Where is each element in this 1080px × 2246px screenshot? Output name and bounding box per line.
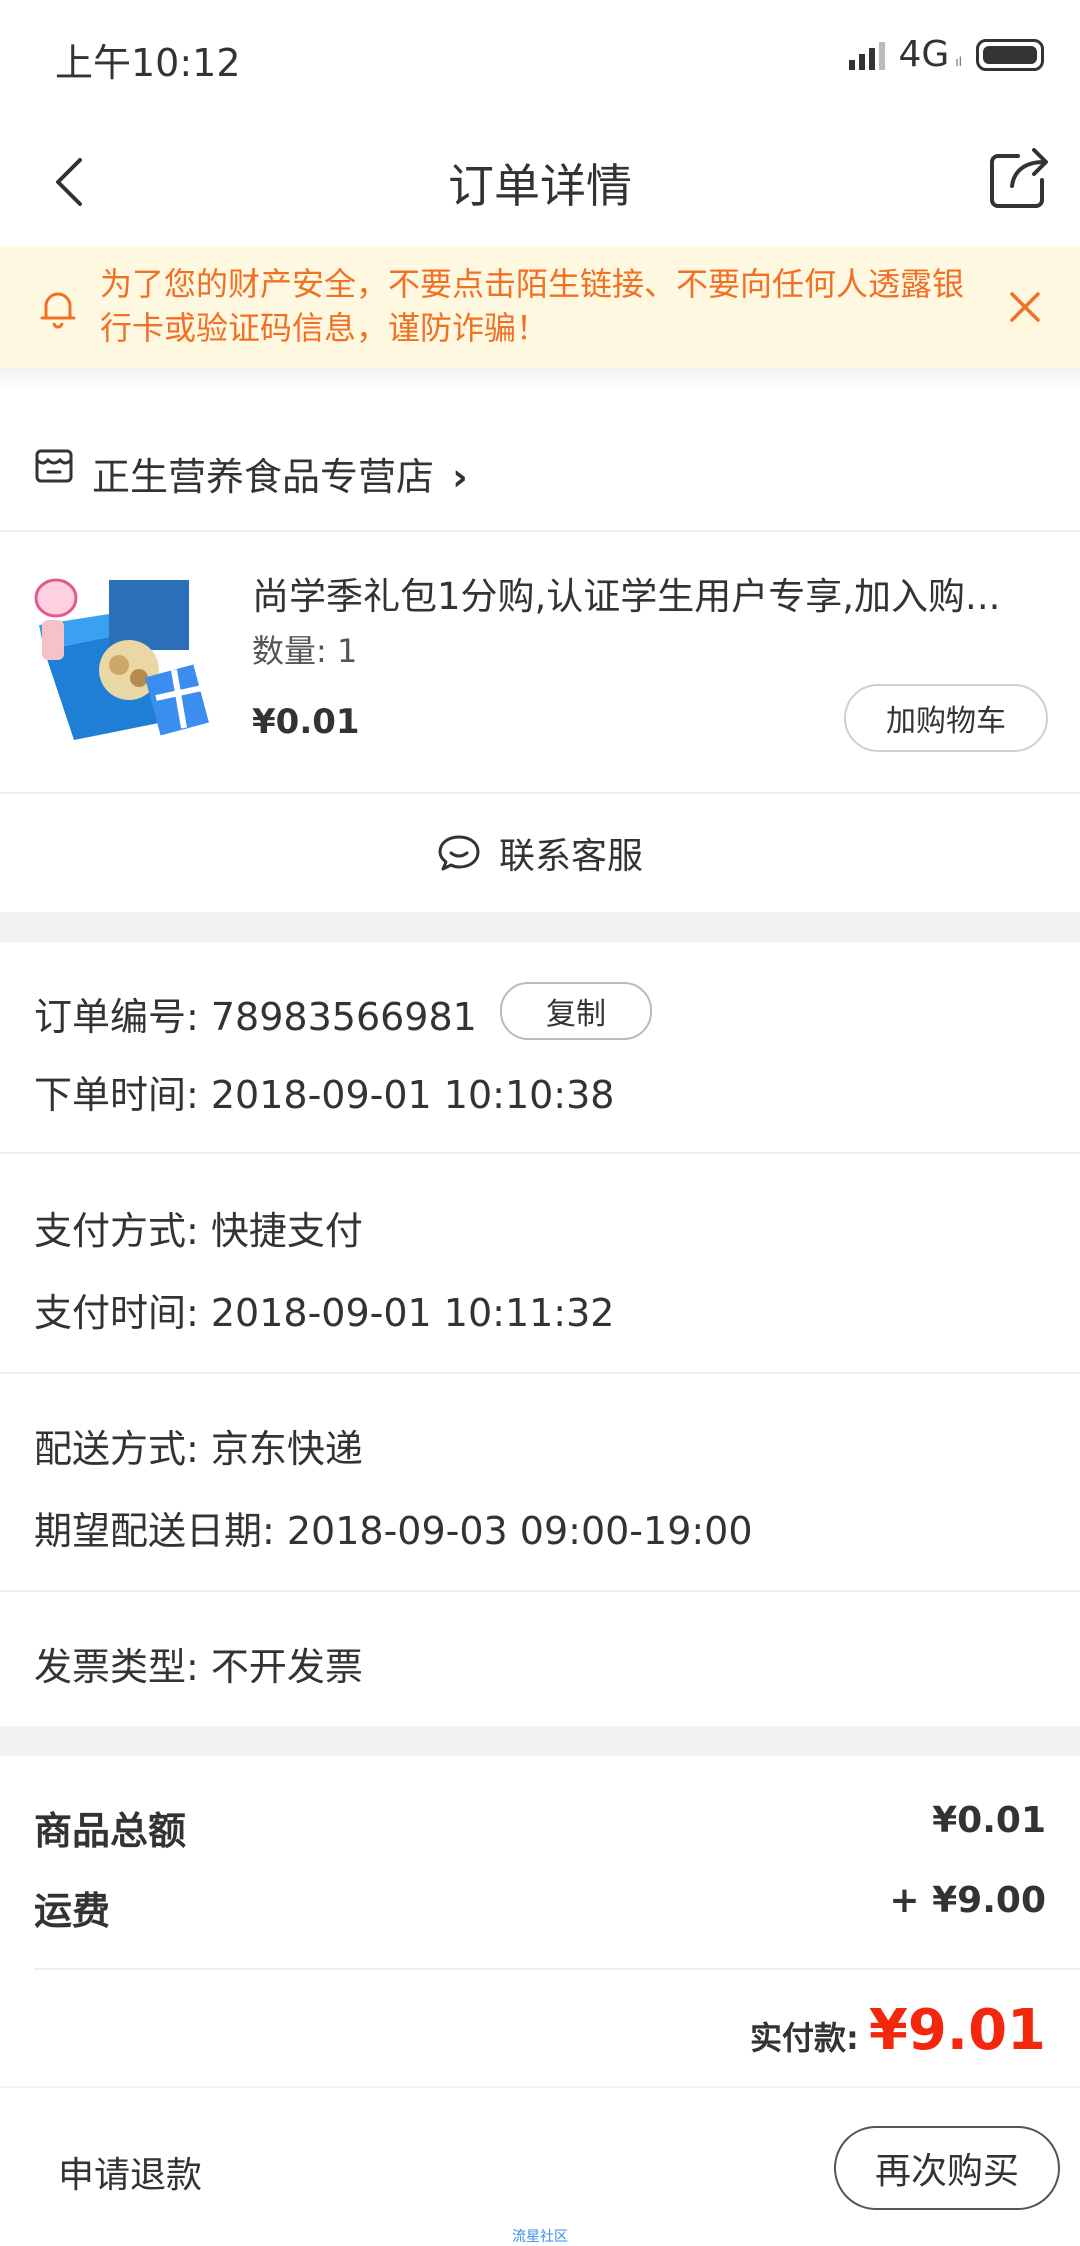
invoice-type: 发票类型: 不开发票 (34, 1645, 363, 1689)
store-icon (34, 446, 74, 486)
watermark: 流星社区 (512, 2229, 568, 2245)
contact-service-button[interactable]: 联系客服 (0, 794, 1080, 912)
status-time: 上午10:12 (55, 41, 241, 85)
warning-text: 为了您的财产安全，不要点击陌生链接、不要向任何人透露银行卡或验证码信息，谨防诈骗… (100, 265, 965, 347)
status-indicators: 4G ıl (848, 34, 1044, 75)
paid-amount-row: 实付款: ¥9.01 (750, 1998, 1046, 2063)
goods-total-value: ¥0.01 (932, 1800, 1046, 1841)
order-number: 订单编号: 78983566981 (34, 995, 477, 1039)
contact-service-label: 联系客服 (498, 836, 643, 877)
divider (0, 1372, 1080, 1374)
paid-amount-label: 实付款: (750, 2019, 859, 2057)
payment-method: 支付方式: 快捷支付 (34, 1209, 363, 1253)
section-separator (0, 912, 1080, 942)
signal-icon (848, 40, 885, 70)
share-icon (990, 148, 1048, 208)
share-button[interactable] (984, 142, 1054, 212)
delivery-method: 配送方式: 京东快递 (34, 1427, 363, 1471)
copy-button[interactable]: 复制 (500, 982, 652, 1040)
buy-again-button[interactable]: 再次购买 (834, 2126, 1060, 2210)
product-quantity: 数量: 1 (252, 632, 358, 670)
divider (0, 530, 1080, 532)
expected-delivery-date: 期望配送日期: 2018-09-03 09:00-19:00 (34, 1509, 753, 1553)
security-warning-banner: 为了您的财产安全，不要点击陌生链接、不要向任何人透露银行卡或验证码信息，谨防诈骗… (0, 246, 1080, 368)
chat-bubble-icon (438, 835, 480, 871)
divider (0, 1590, 1080, 1592)
payment-time: 支付时间: 2018-09-01 10:11:32 (34, 1291, 615, 1335)
store-row[interactable]: 正生营养食品专营店 › (0, 410, 1080, 530)
product-image[interactable] (34, 570, 220, 750)
goods-total-label: 商品总额 (34, 1809, 187, 1853)
refund-button[interactable]: 申请退款 (58, 2146, 202, 2198)
banner-shadow (0, 368, 1080, 390)
network-type: 4G (898, 34, 950, 75)
order-time: 下单时间: 2018-09-01 10:10:38 (34, 1073, 615, 1117)
divider (34, 1968, 1080, 1970)
shipping-fee-label: 运费 (34, 1889, 111, 1933)
network-activity: ıl (955, 54, 962, 69)
close-icon (1010, 292, 1040, 322)
store-name-label: 正生营养食品专营店 (92, 455, 435, 499)
chevron-right-icon: › (452, 455, 468, 499)
bell-icon (38, 286, 78, 330)
page-title: 订单详情 (448, 159, 632, 213)
add-to-cart-button[interactable]: 加购物车 (844, 684, 1048, 752)
shipping-fee-value: + ¥9.00 (889, 1880, 1046, 1921)
product-title[interactable]: 尚学季礼包1分购,认证学生用户专享,加入购... (252, 566, 1032, 620)
divider (0, 1152, 1080, 1154)
paid-amount-value: ¥9.01 (868, 1998, 1046, 2063)
nav-bar: 订单详情 (0, 112, 1080, 246)
status-bar: 上午10:12 4G ıl (0, 0, 1080, 112)
bottom-action-bar: 申请退款 再次购买 (0, 2088, 1080, 2244)
product-price: ¥0.01 (252, 702, 360, 742)
battery-icon (976, 38, 1044, 71)
store-name: 正生营养食品专营店 › (92, 446, 468, 501)
close-warning-button[interactable] (1002, 284, 1048, 330)
section-separator (0, 1726, 1080, 1756)
